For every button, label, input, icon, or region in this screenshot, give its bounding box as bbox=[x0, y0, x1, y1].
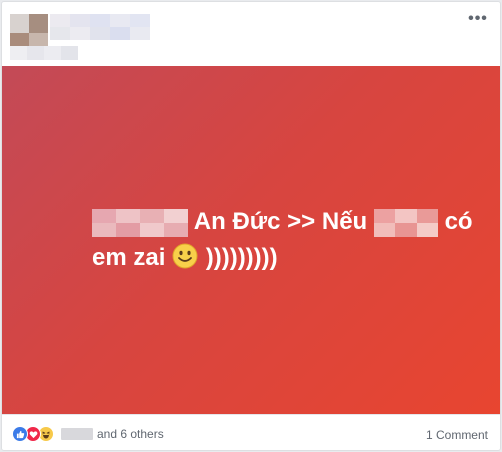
reactions-others-text: and 6 others bbox=[97, 427, 164, 441]
post-meta bbox=[10, 46, 78, 60]
post-line-2: em zai ))))))))) bbox=[92, 240, 412, 276]
like-icon bbox=[12, 426, 28, 442]
post-text-part2: có bbox=[444, 208, 473, 235]
more-options-button[interactable]: ••• bbox=[468, 10, 488, 27]
post-card: ••• An Đức >> Nếu có em zai))))))))) an… bbox=[1, 1, 501, 451]
post-background: An Đức >> Nếu có em zai))))))))) bbox=[2, 66, 500, 414]
post-text: An Đức >> Nếu có em zai))))))))) bbox=[92, 204, 473, 276]
post-header: ••• bbox=[2, 2, 500, 66]
reactions-summary[interactable]: and 6 others bbox=[12, 426, 164, 442]
author-name[interactable] bbox=[50, 14, 150, 40]
censored-word bbox=[373, 207, 438, 239]
post-footer: and 6 others 1 Comment bbox=[2, 414, 500, 450]
post-line-1: An Đức >> Nếu có bbox=[92, 204, 473, 240]
censored-reactor-name bbox=[61, 428, 93, 440]
comments-count-link[interactable]: 1 Comment bbox=[426, 428, 488, 442]
post-text-part1: An Đức >> Nếu bbox=[193, 208, 368, 235]
smiley-emoji-icon bbox=[172, 243, 198, 269]
post-text-line2: em zai bbox=[92, 244, 166, 271]
more-icon: ••• bbox=[468, 10, 488, 27]
censored-name bbox=[92, 207, 188, 239]
post-text-parens: ))))))))) bbox=[205, 244, 278, 271]
